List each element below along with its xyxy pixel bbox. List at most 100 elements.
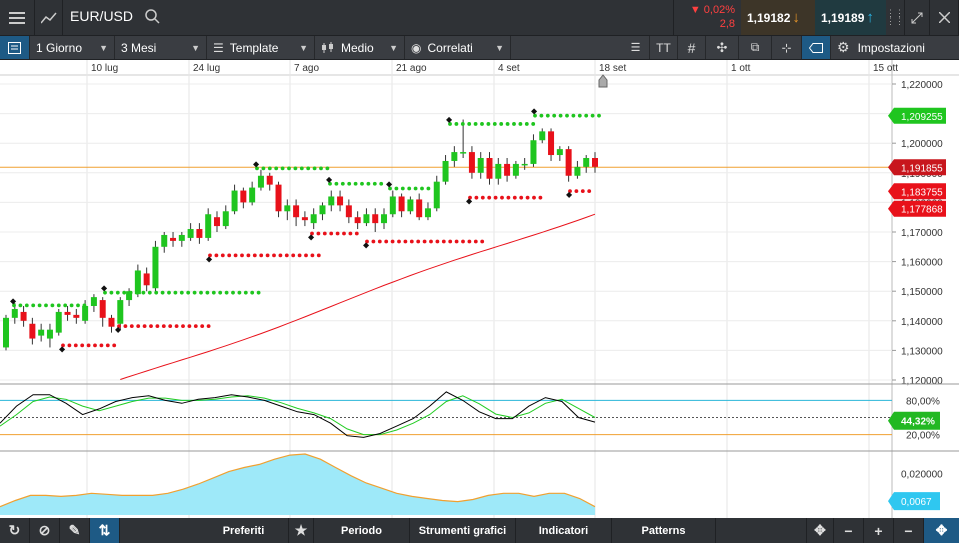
chevron-down-icon: ▼ (99, 42, 108, 53)
resistance-dot (597, 113, 601, 118)
candle-body (451, 152, 458, 161)
template-label: Template (229, 40, 279, 55)
resistance-dot (454, 122, 459, 126)
support-dot (429, 239, 433, 244)
candle-body (433, 181, 440, 209)
resistance-dot (128, 290, 133, 295)
favorites-button[interactable]: Preferiti (199, 518, 289, 543)
buy-price[interactable]: 1,19189 ↑ (815, 0, 886, 35)
resistance-dot (147, 290, 152, 295)
fullscreen-icon[interactable] (904, 0, 930, 35)
layers-icon[interactable]: ⧉ (739, 36, 772, 59)
candle-body (565, 149, 572, 176)
support-dot (227, 253, 232, 258)
candle-body (29, 323, 36, 339)
resistance-dot (505, 122, 510, 126)
resistance-dot (366, 181, 371, 186)
price-tick-label: 1,170000 (901, 228, 943, 239)
grid-icon[interactable]: # (678, 36, 706, 59)
close-icon[interactable] (930, 0, 959, 35)
resistance-dot (518, 122, 523, 126)
candle-body (3, 317, 9, 348)
resistance-dot (186, 290, 191, 295)
price-tick-label: 1,150000 (901, 287, 943, 298)
resistance-dot (63, 303, 68, 308)
pivot-diamond: ◆ (115, 325, 122, 334)
pencil-icon[interactable]: ✎ (60, 518, 90, 543)
disable-icon[interactable]: ⊘ (30, 518, 60, 543)
resistance-dot (256, 290, 261, 295)
drawing-tools-label: Strumenti grafici (418, 524, 507, 537)
crosshair-icon[interactable]: ✣ (706, 36, 739, 59)
refresh-icon[interactable]: ↻ (0, 518, 30, 543)
candle-body (504, 163, 511, 176)
candle-body (134, 270, 141, 295)
chart-style-select[interactable]: Medio ▼ (315, 36, 405, 59)
move-icon[interactable]: ✥ (806, 518, 834, 543)
resistance-dot (267, 166, 272, 171)
resistance-dot (306, 166, 311, 171)
candle-body (161, 234, 168, 247)
date-tick-label: 18 set (599, 63, 626, 74)
support-dot (342, 231, 346, 236)
zoom-in-icon[interactable]: + (864, 518, 894, 543)
support-dot (574, 189, 579, 194)
favorites-label: Preferiti (222, 524, 265, 537)
layout-icon[interactable] (0, 36, 30, 59)
correlated-select[interactable]: ◉ Correlati ▼ (405, 36, 511, 59)
resistance-dot (141, 290, 146, 295)
resistance-dot (237, 290, 242, 295)
support-dot (297, 253, 302, 258)
resistance-dot (334, 181, 339, 186)
support-dot (161, 324, 166, 329)
support-dot (246, 253, 251, 258)
date-tick-label: 10 lug (91, 63, 118, 74)
pivot-diamond: ◆ (59, 344, 66, 353)
expand-icon[interactable]: ✥ (924, 518, 959, 543)
resistance-dot (426, 186, 431, 191)
support-dot (181, 324, 185, 329)
support-dot (335, 231, 340, 236)
date-tick-label: 15 ott (873, 63, 898, 74)
template-select[interactable]: ☰ Template ▼ (207, 36, 315, 59)
resistance-dot (486, 122, 491, 126)
indicators-button[interactable]: Indicatori (516, 518, 612, 543)
toolbar-lines-icon[interactable]: ☰ (622, 36, 650, 59)
support-dot (435, 239, 440, 244)
drawing-tools-button[interactable]: Strumenti grafici (410, 518, 516, 543)
text-icon[interactable]: TT (650, 36, 678, 59)
candle-body (389, 196, 396, 215)
chart-type-icon[interactable] (35, 0, 63, 35)
star-icon[interactable]: ★ (289, 518, 314, 543)
label-tag-icon[interactable] (802, 36, 831, 59)
candle-body (477, 158, 484, 173)
resistance-dot (545, 113, 550, 118)
period-button[interactable]: Periodo (314, 518, 410, 543)
price-tick-label: 1,140000 (901, 317, 943, 328)
grip-icon[interactable]: ⋮⋮ ⋮⋮ (886, 0, 904, 35)
range-select[interactable]: 3 Mesi ▼ (115, 36, 207, 59)
symbol-label[interactable]: EUR/USD (70, 8, 133, 24)
support-dot (220, 253, 225, 258)
sell-price[interactable]: 1,19182 ↓ (741, 0, 815, 35)
support-dot (493, 195, 498, 200)
minimize-icon[interactable]: − (894, 518, 924, 543)
chart-area[interactable]: 10 lug 24 lug 7 ago 21 ago 4 set 18 set 1 ott 1… (0, 60, 959, 518)
chevron-down-icon: ▼ (389, 42, 398, 53)
pivot-diamond: ◆ (101, 284, 108, 293)
sort-icon[interactable]: ⇅ (90, 518, 120, 543)
settings-button[interactable]: ⚙ Impostazioni (831, 36, 959, 59)
pivot-diamond: ◆ (253, 159, 260, 168)
zoom-out-icon[interactable]: − (834, 518, 864, 543)
interval-select[interactable]: 1 Giorno ▼ (30, 36, 115, 59)
support-dot (252, 253, 257, 258)
candle-body (170, 237, 177, 241)
search-icon[interactable] (145, 9, 160, 27)
resistance-dot (192, 290, 197, 295)
cursor-icon[interactable]: ⊹ (772, 36, 802, 59)
menu-icon[interactable] (0, 0, 35, 35)
stoch-value-text: 44,32% (901, 417, 935, 428)
resistance-dot (154, 290, 159, 295)
resistance-dot (577, 113, 582, 118)
patterns-button[interactable]: Patterns (612, 518, 716, 543)
